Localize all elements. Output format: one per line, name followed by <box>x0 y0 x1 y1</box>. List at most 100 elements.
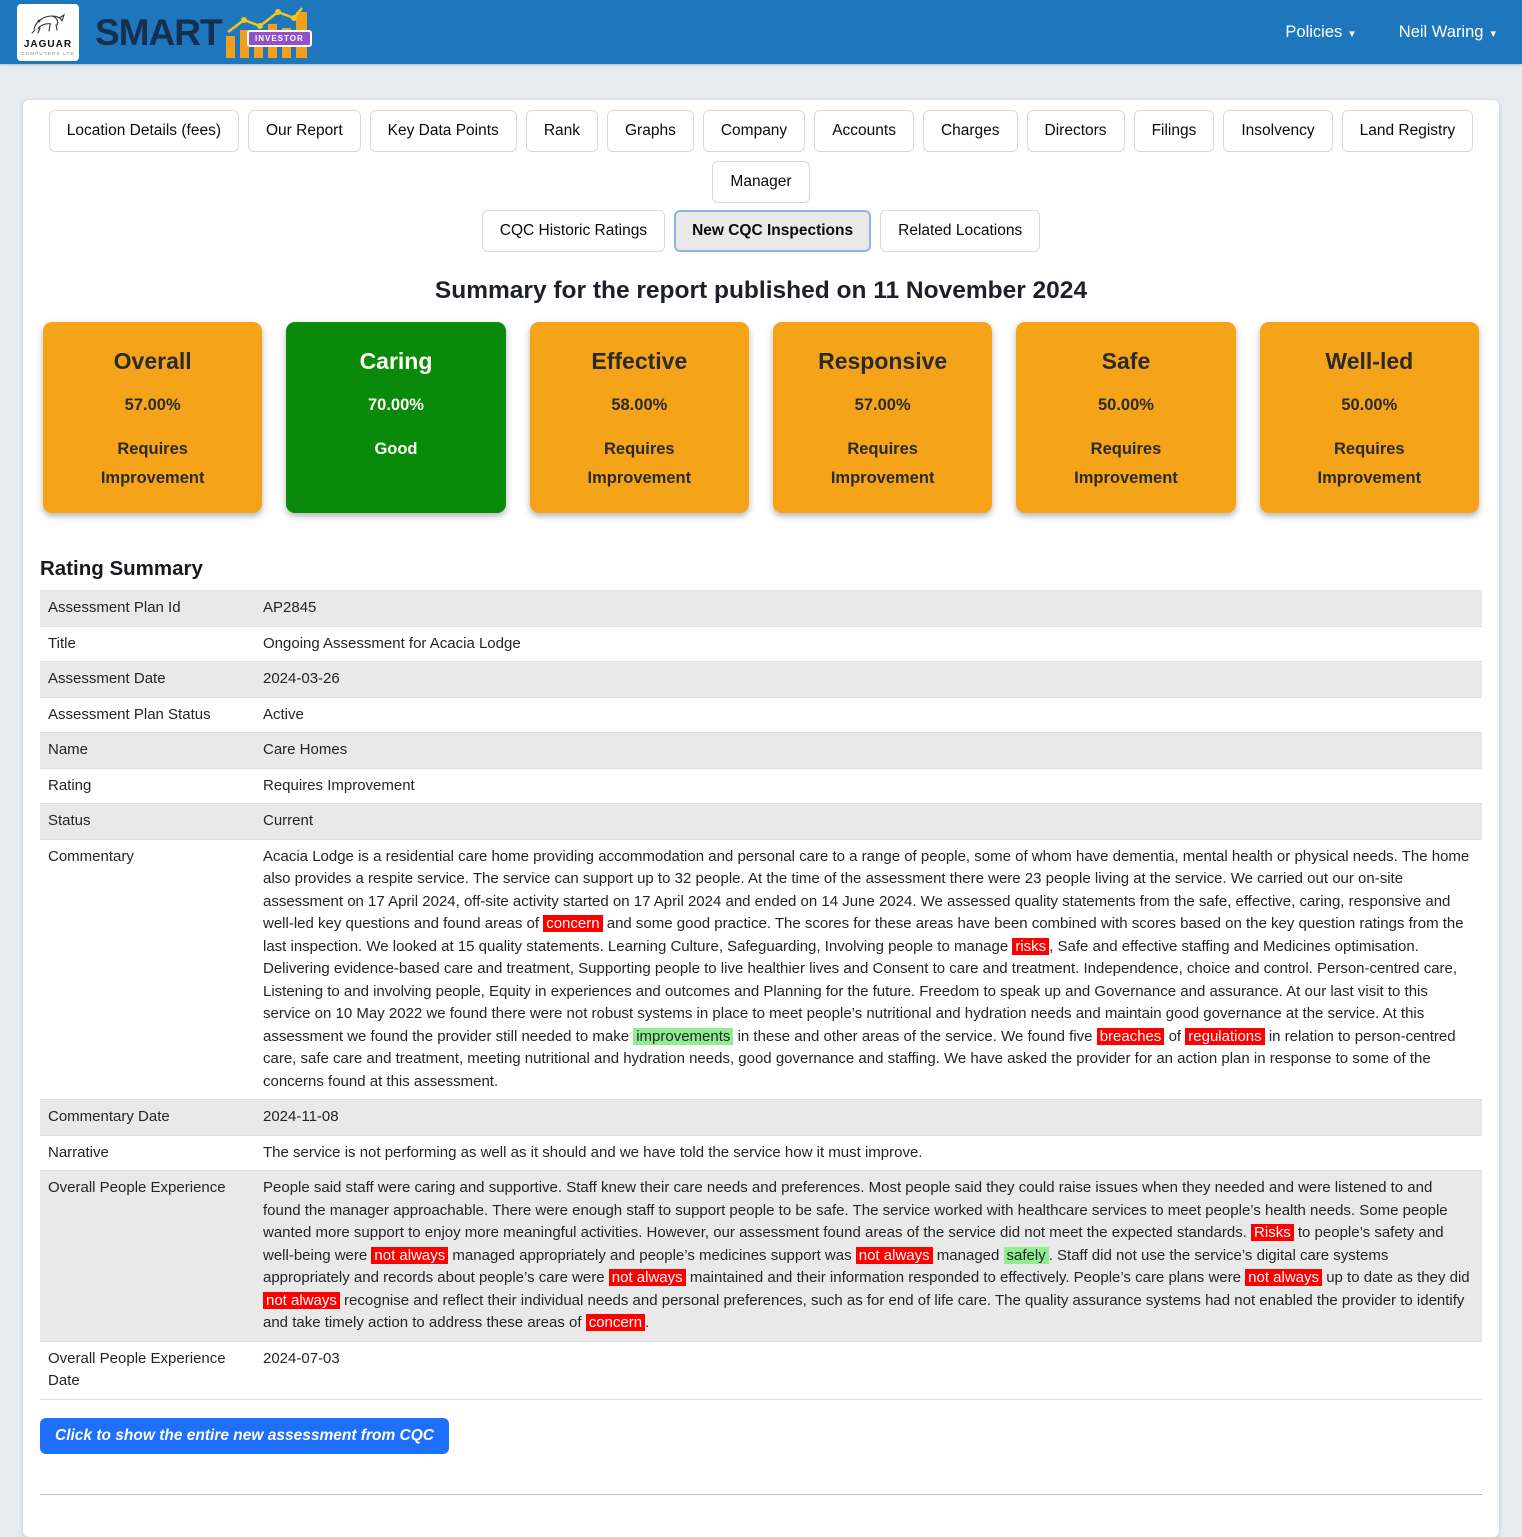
row-label: Overall People Experience <box>40 1171 255 1341</box>
tab-insolvency[interactable]: Insolvency <box>1223 110 1332 152</box>
smart-investor-logo[interactable]: SMART INVESTOR <box>95 4 312 60</box>
rating-card-caring: Caring70.00%Good <box>286 322 505 513</box>
show-full-assessment-button[interactable]: Click to show the entire new assessment … <box>40 1418 449 1454</box>
table-row-overall-people-experience-date: Overall People Experience Date2024-07-03 <box>40 1342 1482 1400</box>
row-value: People said staff were caring and suppor… <box>255 1171 1482 1341</box>
row-value: Acacia Lodge is a residential care home … <box>255 840 1482 1100</box>
tab-location-details-fees[interactable]: Location Details (fees) <box>49 110 239 152</box>
rating-card-title: Safe <box>1024 348 1227 375</box>
report-summary-heading: Summary for the report published on 11 N… <box>40 277 1482 305</box>
rating-card-title: Effective <box>538 348 741 375</box>
rating-card-rating: Requires Improvement <box>574 435 704 493</box>
bottom-divider <box>40 1494 1482 1495</box>
row-value: AP2845 <box>255 591 1482 626</box>
table-row-title: TitleOngoing Assessment for Acacia Lodge <box>40 627 1482 663</box>
rating-card-rating: Requires Improvement <box>1061 435 1191 493</box>
rating-card-percent: 50.00% <box>1024 396 1227 415</box>
tab-directors[interactable]: Directors <box>1027 110 1125 152</box>
row-label: Rating <box>40 769 255 804</box>
highlight-red: not always <box>371 1247 448 1264</box>
rating-card-rating: Requires Improvement <box>88 435 218 493</box>
tab-graphs[interactable]: Graphs <box>607 110 694 152</box>
row-label: Commentary <box>40 840 255 1100</box>
tab-filings[interactable]: Filings <box>1134 110 1215 152</box>
tab-charges[interactable]: Charges <box>923 110 1018 152</box>
highlight-red: concern <box>586 1314 645 1331</box>
smart-logo-word: SMART <box>95 14 222 51</box>
tab-accounts[interactable]: Accounts <box>814 110 914 152</box>
table-row-rating: RatingRequires Improvement <box>40 769 1482 805</box>
row-value: 2024-07-03 <box>255 1342 1482 1399</box>
table-row-status: StatusCurrent <box>40 804 1482 840</box>
highlight-red: not always <box>856 1247 933 1264</box>
row-value: Care Homes <box>255 733 1482 768</box>
chevron-down-icon: ▾ <box>1349 27 1355 40</box>
row-value: Requires Improvement <box>255 769 1482 804</box>
row-label: Assessment Plan Id <box>40 591 255 626</box>
highlight-red: regulations <box>1185 1028 1264 1045</box>
tab-our-report[interactable]: Our Report <box>248 110 361 152</box>
policies-label: Policies <box>1285 23 1342 42</box>
row-value: Active <box>255 698 1482 733</box>
jaguar-logo[interactable]: JAGUAR COMPUTERS LTD <box>17 4 79 61</box>
highlight-red: concern <box>543 915 602 932</box>
table-row-assessment-plan-status: Assessment Plan StatusActive <box>40 698 1482 734</box>
highlight-red: breaches <box>1097 1028 1165 1045</box>
rating-card-percent: 50.00% <box>1268 396 1471 415</box>
tab-rank[interactable]: Rank <box>526 110 598 152</box>
row-label: Overall People Experience Date <box>40 1342 255 1399</box>
tab-new-cqc-inspections[interactable]: New CQC Inspections <box>674 210 871 252</box>
jaguar-logo-title: JAGUAR <box>24 40 72 50</box>
tab-land-registry[interactable]: Land Registry <box>1342 110 1474 152</box>
rating-card-percent: 57.00% <box>781 396 984 415</box>
row-label: Commentary Date <box>40 1100 255 1135</box>
rating-card-rating: Requires Improvement <box>1304 435 1434 493</box>
jaguar-cat-icon <box>30 9 66 39</box>
table-row-commentary-date: Commentary Date2024-11-08 <box>40 1100 1482 1136</box>
highlight-green: improvements <box>633 1028 733 1045</box>
rating-card-percent: 58.00% <box>538 396 741 415</box>
investor-badge: INVESTOR <box>247 30 312 47</box>
tab-row-secondary: CQC Historic RatingsNew CQC InspectionsR… <box>40 210 1482 252</box>
row-label: Title <box>40 627 255 662</box>
rating-card-well-led: Well-led 50.00% Requires Improvement <box>1260 322 1479 513</box>
chevron-down-icon: ▾ <box>1490 27 1496 40</box>
rating-card-title: Overall <box>51 348 254 375</box>
rating-card-percent: 57.00% <box>51 396 254 415</box>
row-value: Ongoing Assessment for Acacia Lodge <box>255 627 1482 662</box>
table-row-name: NameCare Homes <box>40 733 1482 769</box>
rating-card-title: Well-led <box>1268 348 1471 375</box>
tab-manager[interactable]: Manager <box>712 161 809 203</box>
tab-key-data-points[interactable]: Key Data Points <box>370 110 517 152</box>
row-label: Name <box>40 733 255 768</box>
tab-cqc-historic-ratings[interactable]: CQC Historic Ratings <box>482 210 665 252</box>
rating-card-title: Responsive <box>781 348 984 375</box>
rating-summary-table: Assessment Plan IdAP2845TitleOngoing Ass… <box>40 590 1482 1400</box>
main-content-card: Location Details (fees)Our ReportKey Dat… <box>23 100 1499 1537</box>
tab-related-locations[interactable]: Related Locations <box>880 210 1040 252</box>
top-navbar: JAGUAR COMPUTERS LTD SMART INVESTOR Poli <box>0 0 1522 64</box>
row-value: 2024-03-26 <box>255 662 1482 697</box>
highlight-red: Risks <box>1251 1224 1294 1241</box>
rating-card-overall: Overall 57.00% Requires Improvement <box>43 322 262 513</box>
navbar-menu: Policies ▾ Neil Waring ▾ <box>1285 23 1496 42</box>
policies-dropdown[interactable]: Policies ▾ <box>1285 23 1354 42</box>
user-dropdown[interactable]: Neil Waring ▾ <box>1399 23 1496 42</box>
rating-card-responsive: Responsive57.00%Requires Improvement <box>773 322 992 513</box>
row-label: Assessment Plan Status <box>40 698 255 733</box>
rating-card-percent: 70.00% <box>294 396 497 415</box>
highlight-green: safely <box>1004 1247 1049 1264</box>
rating-card-title: Caring <box>294 348 497 375</box>
tab-company[interactable]: Company <box>703 110 805 152</box>
row-value: The service is not performing as well as… <box>255 1136 1482 1171</box>
table-row-assessment-plan-id: Assessment Plan IdAP2845 <box>40 591 1482 627</box>
highlight-red: not always <box>263 1292 340 1309</box>
highlight-red: risks <box>1012 938 1049 955</box>
table-row-commentary: CommentaryAcacia Lodge is a residential … <box>40 840 1482 1101</box>
table-row-narrative: NarrativeThe service is not performing a… <box>40 1136 1482 1172</box>
rating-cards-row: Overall 57.00% Requires Improvement Caring 7… <box>43 322 1479 513</box>
table-row-assessment-date: Assessment Date2024-03-26 <box>40 662 1482 698</box>
row-label: Narrative <box>40 1136 255 1171</box>
row-label: Status <box>40 804 255 839</box>
highlight-red: not always <box>1245 1269 1322 1286</box>
